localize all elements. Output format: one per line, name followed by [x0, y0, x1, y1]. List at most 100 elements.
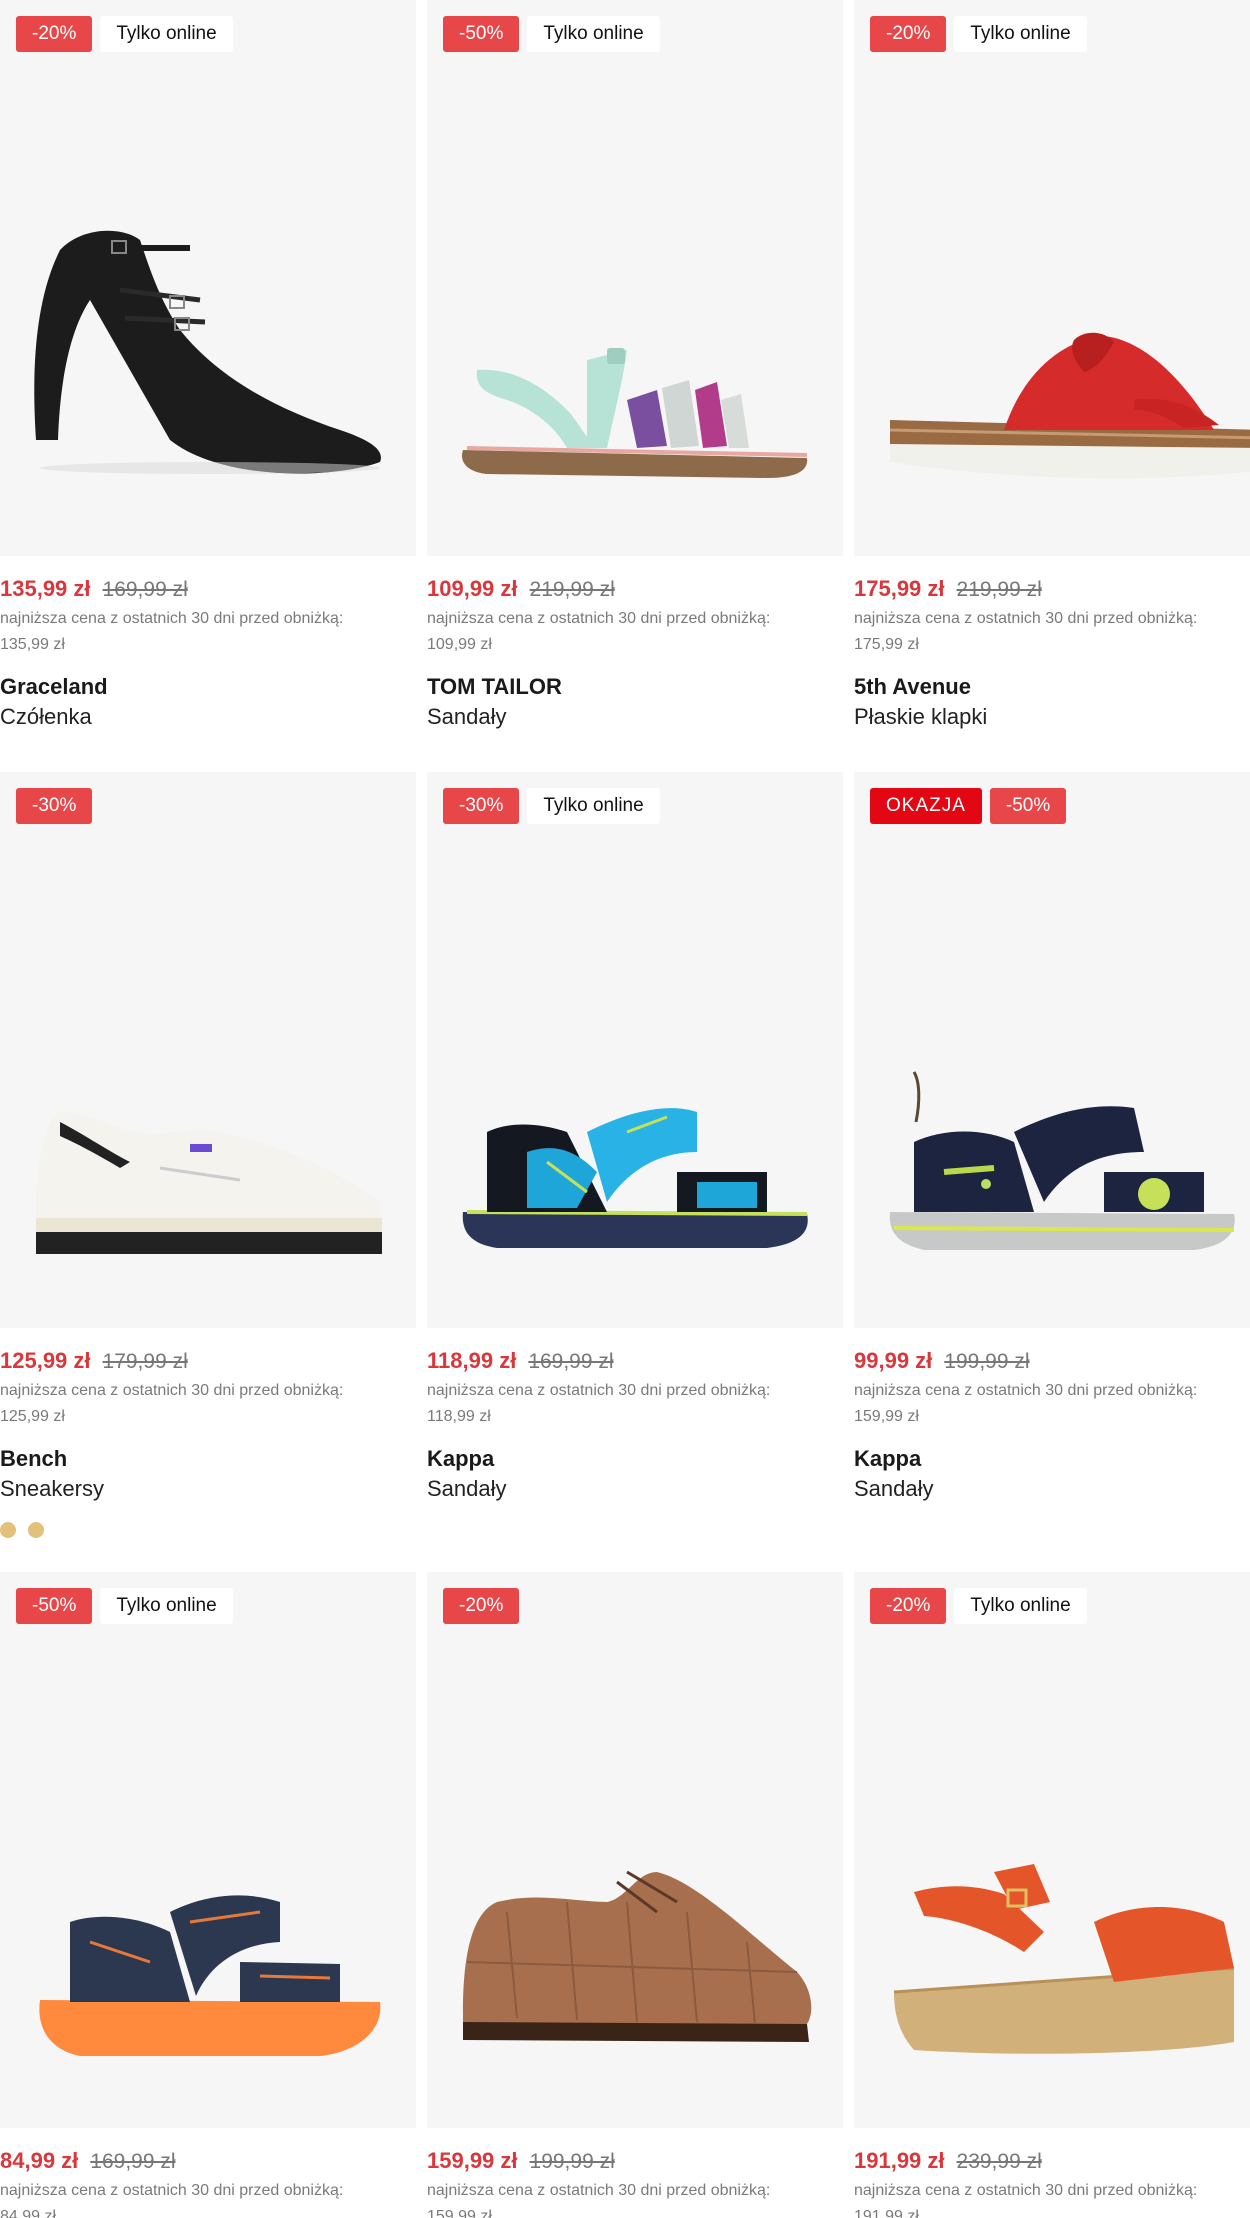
- lowest-price-label: najniższa cena z ostatnich 30 dni przed …: [0, 1382, 344, 1399]
- product-card[interactable]: -20% Tylko online 175,99 zł 219,99 zł na…: [854, 0, 1250, 732]
- badge-row: -20% Tylko online: [16, 16, 233, 52]
- product-card[interactable]: -50% Tylko online 84,99 zł 169,99 zł naj…: [0, 1572, 416, 2218]
- product-card[interactable]: -20% Tylko online 135,99 zł 169,99 zł na…: [0, 0, 416, 732]
- product-card[interactable]: -30% 125,99 zł 179,99 zł najniższa cena …: [0, 772, 416, 1538]
- price-row: 159,99 zł 199,99 zł: [427, 2148, 843, 2178]
- original-price: 169,99 zł: [90, 2150, 176, 2173]
- navy-light-up-sandal-icon: [889, 1071, 1235, 1250]
- lowest-price-value: 118,99 zł: [427, 1408, 491, 1425]
- original-price: 219,99 zł: [529, 578, 615, 601]
- product-category[interactable]: Płaskie klapki: [854, 702, 1250, 732]
- product-info: 191,99 zł 239,99 zł najniższa cena z ost…: [854, 2128, 1250, 2218]
- discount-badge: -20%: [443, 1588, 520, 1624]
- product-image[interactable]: -30% Tylko online: [427, 772, 843, 1328]
- product-brand[interactable]: Bench: [0, 1444, 416, 1474]
- white-sneaker-icon: [36, 1112, 382, 1254]
- product-image[interactable]: -20% Tylko online: [854, 1572, 1250, 2128]
- lowest-price-value: 135,99 zł: [0, 636, 65, 653]
- lowest-price-value: 125,99 zł: [0, 1408, 65, 1425]
- product-info: 125,99 zł 179,99 zł najniższa cena z ost…: [0, 1328, 416, 1538]
- discount-badge: -20%: [870, 16, 947, 52]
- product-category[interactable]: Sandały: [427, 1474, 843, 1504]
- product-image[interactable]: -20%: [427, 1572, 843, 2128]
- sale-price: 159,99 zł: [427, 2148, 518, 2173]
- lowest-price-value: 109,99 zł: [427, 636, 492, 653]
- lowest-price-label: najniższa cena z ostatnich 30 dni przed …: [854, 1382, 1198, 1399]
- product-card[interactable]: -30% Tylko online 118,99 zł 169,99 zł na…: [427, 772, 843, 1504]
- price-row: 191,99 zł 239,99 zł: [854, 2148, 1250, 2178]
- product-image[interactable]: OKAZJA -50%: [854, 772, 1250, 1328]
- product-category[interactable]: Sneakersy: [0, 1474, 416, 1504]
- product-category[interactable]: Sandały: [854, 1474, 1250, 1504]
- online-only-badge: Tylko online: [527, 16, 660, 52]
- product-info: 84,99 zł 169,99 zł najniższa cena z osta…: [0, 2128, 416, 2218]
- lowest-price-value: 159,99 zł: [427, 2208, 492, 2218]
- lowest-price-label: najniższa cena z ostatnich 30 dni przed …: [0, 2182, 344, 2199]
- product-card[interactable]: -20% Tylko online 191,99 zł 239,99 zł na…: [854, 1572, 1250, 2218]
- original-price: 219,99 zł: [956, 578, 1042, 601]
- orange-sole-sport-sandal-icon: [39, 1895, 381, 2056]
- price-row: 175,99 zł 219,99 zł: [854, 576, 1250, 606]
- badge-row: -30%: [16, 788, 93, 824]
- product-card[interactable]: -50% Tylko online 109,99 zł 219,99 zł na…: [427, 0, 843, 732]
- product-info: 175,99 zł 219,99 zł najniższa cena z ost…: [854, 556, 1250, 732]
- price-row: 109,99 zł 219,99 zł: [427, 576, 843, 606]
- color-swatch[interactable]: [0, 1522, 16, 1538]
- badge-row: -50% Tylko online: [16, 1588, 233, 1624]
- online-only-badge: Tylko online: [954, 16, 1087, 52]
- discount-badge: -50%: [16, 1588, 93, 1624]
- product-info: 109,99 zł 219,99 zł najniższa cena z ost…: [427, 556, 843, 732]
- lowest-price-value: 159,99 zł: [854, 1408, 919, 1425]
- lowest-price-label: najniższa cena z ostatnich 30 dni przed …: [427, 1382, 771, 1399]
- price-row: 99,99 zł 199,99 zł: [854, 1348, 1250, 1378]
- sale-price: 191,99 zł: [854, 2148, 945, 2173]
- color-swatch[interactable]: [28, 1522, 44, 1538]
- sale-price: 125,99 zł: [0, 1348, 91, 1373]
- lowest-price-value: 84,99 zł: [0, 2208, 57, 2218]
- product-grid: -20% Tylko online 135,99 zł 169,99 zł na…: [0, 0, 1250, 2218]
- product-brand[interactable]: Kappa: [427, 1444, 843, 1474]
- product-category[interactable]: Sandały: [427, 702, 843, 732]
- product-brand[interactable]: TOM TAILOR: [427, 672, 843, 702]
- price-row: 125,99 zł 179,99 zł: [0, 1348, 416, 1378]
- product-image[interactable]: -20% Tylko online: [854, 0, 1250, 556]
- badge-row: -20%: [443, 1588, 520, 1624]
- price-row: 135,99 zł 169,99 zł: [0, 576, 416, 606]
- black-heel-pump-icon: [34, 230, 381, 474]
- online-only-badge: Tylko online: [100, 1588, 233, 1624]
- original-price: 199,99 zł: [944, 1350, 1030, 1373]
- product-brand[interactable]: 5th Avenue: [854, 672, 1250, 702]
- online-only-badge: Tylko online: [954, 1588, 1087, 1624]
- product-image[interactable]: -20% Tylko online: [0, 0, 416, 556]
- product-info: 99,99 zł 199,99 zł najniższa cena z osta…: [854, 1328, 1250, 1504]
- lowest-price-label: najniższa cena z ostatnich 30 dni przed …: [0, 610, 344, 627]
- lowest-price-label: najniższa cena z ostatnich 30 dni przed …: [854, 2182, 1198, 2199]
- sale-price: 109,99 zł: [427, 576, 518, 601]
- product-brand[interactable]: Kappa: [854, 1444, 1250, 1474]
- lowest-price-value: 175,99 zł: [854, 636, 919, 653]
- badge-row: -50% Tylko online: [443, 16, 660, 52]
- navy-blue-sport-sandal-icon: [462, 1108, 808, 1248]
- sale-price: 99,99 zł: [854, 1348, 933, 1373]
- discount-badge: -20%: [16, 16, 93, 52]
- original-price: 199,99 zł: [529, 2150, 615, 2173]
- original-price: 169,99 zł: [528, 1350, 614, 1373]
- product-image[interactable]: -50% Tylko online: [0, 1572, 416, 2128]
- product-category[interactable]: Czółenka: [0, 702, 416, 732]
- red-bow-slide-icon: [889, 332, 1250, 479]
- lowest-price-label: najniższa cena z ostatnich 30 dni przed …: [854, 610, 1198, 627]
- product-image[interactable]: -50% Tylko online: [427, 0, 843, 556]
- online-only-badge: Tylko online: [100, 16, 233, 52]
- product-image[interactable]: -30%: [0, 772, 416, 1328]
- product-card[interactable]: -20% 159,99 zł 199,99 zł najniższa cena …: [427, 1572, 843, 2218]
- badge-row: OKAZJA -50%: [870, 788, 1067, 824]
- lowest-price-label: najniższa cena z ostatnich 30 dni przed …: [427, 610, 771, 627]
- product-card[interactable]: OKAZJA -50% 99,99 zł 199,99 zł najniższa…: [854, 772, 1250, 1504]
- product-brand[interactable]: Graceland: [0, 672, 416, 702]
- badge-row: -20% Tylko online: [870, 16, 1087, 52]
- sale-price: 175,99 zł: [854, 576, 945, 601]
- discount-badge: -20%: [870, 1588, 947, 1624]
- sale-price: 118,99 zł: [427, 1348, 517, 1373]
- badge-row: -20% Tylko online: [870, 1588, 1087, 1624]
- price-row: 118,99 zł 169,99 zł: [427, 1348, 843, 1378]
